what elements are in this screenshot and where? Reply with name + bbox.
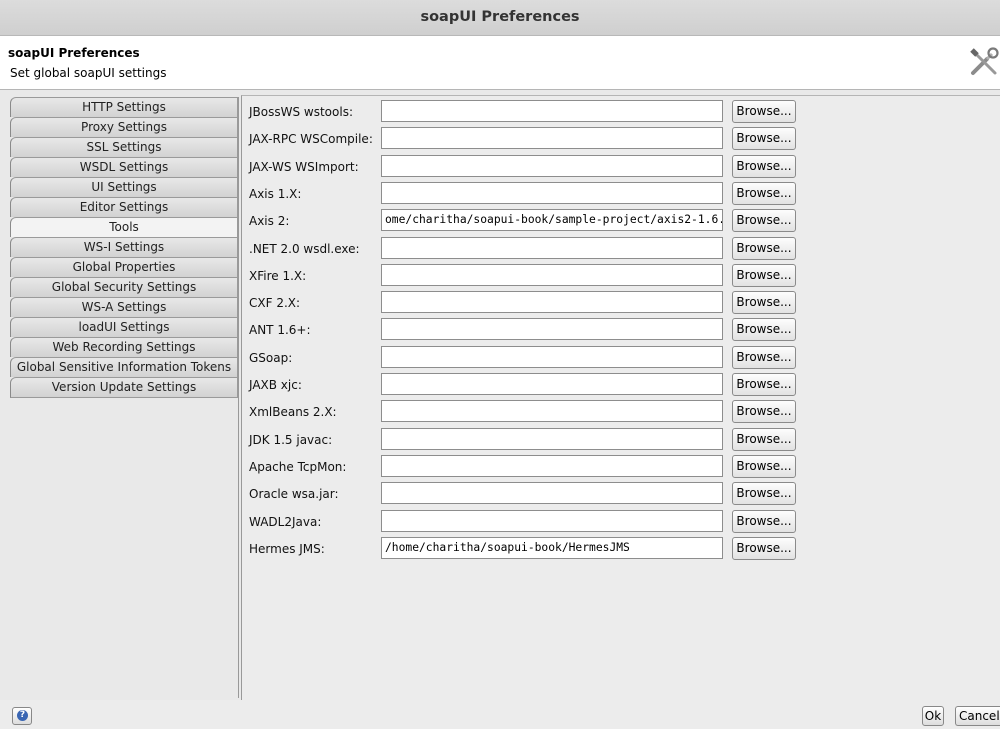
tool-row: JAXB xjc: Browse... <box>242 373 1000 397</box>
tab-wsdl-settings[interactable]: WSDL Settings <box>10 157 238 177</box>
tool-path-input[interactable] <box>381 454 723 477</box>
tab-tools[interactable]: Tools <box>10 217 238 237</box>
tool-label: JBossWS wstools: <box>249 105 353 119</box>
browse-button[interactable]: Browse... <box>732 291 796 315</box>
tool-path-input[interactable] <box>381 100 723 122</box>
browse-button[interactable]: Browse... <box>732 181 796 205</box>
tool-path-input[interactable] <box>381 482 723 505</box>
settings-tabs: HTTP Settings Proxy Settings SSL Settings W… <box>10 97 238 398</box>
tab-web-recording-settings[interactable]: Web Recording Settings <box>10 337 238 357</box>
tool-row: WADL2Java: Browse... <box>242 509 1000 534</box>
tool-path-input[interactable] <box>381 127 723 150</box>
tool-label: JAXB xjc: <box>249 378 302 392</box>
tool-path-input[interactable] <box>381 400 723 423</box>
browse-button[interactable]: Browse... <box>732 318 796 342</box>
browse-button[interactable]: Browse... <box>732 454 796 478</box>
header-subtitle: Set global soapUI settings <box>10 66 167 80</box>
tool-row: JAX-RPC WSCompile: Browse... <box>242 127 1000 151</box>
tool-row: Axis 2: ome/charitha/soapui-book/sample-p… <box>242 209 1000 233</box>
tab-ws-a-settings[interactable]: WS-A Settings <box>10 297 238 317</box>
ok-button[interactable]: Ok <box>922 706 944 726</box>
browse-button[interactable]: Browse... <box>732 509 796 533</box>
dialog-footer: ? <box>0 700 1000 729</box>
tool-path-input[interactable] <box>381 318 723 341</box>
tool-label: Oracle wsa.jar: <box>249 487 339 502</box>
tool-row: XFire 1.X: Browse... <box>242 263 1000 288</box>
tool-path-input[interactable] <box>381 154 723 177</box>
tool-label: Axis 2: <box>249 214 290 229</box>
tool-row: Oracle wsa.jar: Browse... <box>242 482 1000 506</box>
tab-proxy-settings[interactable]: Proxy Settings <box>10 117 238 137</box>
browse-button[interactable]: Browse... <box>732 427 796 451</box>
tools-panel: JBossWS wstools: Browse... JAX-RPC WSCompi… <box>241 95 1000 701</box>
browse-button[interactable]: Browse... <box>732 127 796 151</box>
tool-path-input[interactable]: /home/charitha/soapui-book/HermesJMS <box>381 536 723 559</box>
browse-button[interactable]: Browse... <box>732 209 796 233</box>
tool-label: CXF 2.X: <box>249 296 301 311</box>
tab-version-update-settings[interactable]: Version Update Settings <box>10 377 238 398</box>
tool-label: Axis 1.X: <box>249 186 302 201</box>
tool-label: Apache TcpMon: <box>249 459 347 474</box>
browse-button[interactable]: Browse... <box>732 100 796 123</box>
browse-button[interactable]: Browse... <box>732 345 796 369</box>
help-button[interactable]: ? <box>12 707 32 725</box>
tool-path-input[interactable] <box>381 291 723 314</box>
tool-row: JDK 1.5 javac: Browse... <box>242 427 1000 452</box>
tool-path-input[interactable] <box>381 427 723 450</box>
tool-label: ANT 1.6+: <box>249 323 311 338</box>
tool-row: Axis 1.X: Browse... <box>242 181 1000 206</box>
window-title: soapUI Preferences <box>0 0 1000 36</box>
tool-path-input[interactable] <box>381 345 723 368</box>
tool-label: JAX-WS WSImport: <box>249 159 359 174</box>
tool-path-input[interactable]: ome/charitha/soapui-book/sample-project/… <box>381 209 723 232</box>
tool-label: GSoap: <box>249 350 293 365</box>
tool-row: Apache TcpMon: Browse... <box>242 454 1000 479</box>
browse-button[interactable]: Browse... <box>732 536 796 560</box>
tool-row: JAX-WS WSImport: Browse... <box>242 154 1000 179</box>
tool-row: CXF 2.X: Browse... <box>242 291 1000 315</box>
header-title: soapUI Preferences <box>8 46 140 60</box>
browse-button[interactable]: Browse... <box>732 373 796 396</box>
tool-row: Hermes JMS: /home/charitha/soapui-book/He… <box>242 536 1000 561</box>
tool-row: XmlBeans 2.X: Browse... <box>242 400 1000 424</box>
tool-path-input[interactable] <box>381 509 723 532</box>
tool-row: .NET 2.0 wsdl.exe: Browse... <box>242 236 1000 261</box>
tool-label: Hermes JMS: <box>249 541 325 556</box>
tab-global-security-settings[interactable]: Global Security Settings <box>10 277 238 297</box>
tools-icon <box>970 47 999 75</box>
tab-ssl-settings[interactable]: SSL Settings <box>10 137 238 157</box>
tool-label: XFire 1.X: <box>249 268 307 283</box>
browse-button[interactable]: Browse... <box>732 263 796 287</box>
cancel-button[interactable]: Cancel <box>955 706 1000 726</box>
tab-ui-settings[interactable]: UI Settings <box>10 177 238 197</box>
tab-http-settings[interactable]: HTTP Settings <box>10 97 238 117</box>
tab-global-properties[interactable]: Global Properties <box>10 257 238 277</box>
tool-row: ANT 1.6+: Browse... <box>242 318 1000 342</box>
tool-path-input[interactable] <box>381 236 723 259</box>
browse-button[interactable]: Browse... <box>732 400 796 424</box>
dialog-header: soapUI Preferences Set global soapUI set… <box>0 36 1000 90</box>
browse-button[interactable]: Browse... <box>732 482 796 506</box>
tool-row: GSoap: Browse... <box>242 345 1000 370</box>
browse-button[interactable]: Browse... <box>732 236 796 260</box>
tool-label: XmlBeans 2.X: <box>249 405 337 420</box>
tab-loadui-settings[interactable]: loadUI Settings <box>10 317 238 337</box>
tool-path-input[interactable] <box>381 373 723 395</box>
tab-global-sensitive-information-tokens[interactable]: Global Sensitive Information Tokens <box>10 357 238 377</box>
tool-row: JBossWS wstools: Browse... <box>242 100 1000 124</box>
browse-button[interactable]: Browse... <box>732 154 796 178</box>
tool-label: .NET 2.0 wsdl.exe: <box>249 241 360 256</box>
tool-path-input[interactable] <box>381 263 723 286</box>
tool-path-input[interactable] <box>381 181 723 204</box>
tool-label: JDK 1.5 javac: <box>249 432 333 447</box>
tool-label: WADL2Java: <box>249 514 322 529</box>
tab-editor-settings[interactable]: Editor Settings <box>10 197 238 217</box>
tool-label: JAX-RPC WSCompile: <box>249 132 373 147</box>
tab-ws-i-settings[interactable]: WS-I Settings <box>10 237 238 257</box>
help-icon: ? <box>17 710 28 721</box>
